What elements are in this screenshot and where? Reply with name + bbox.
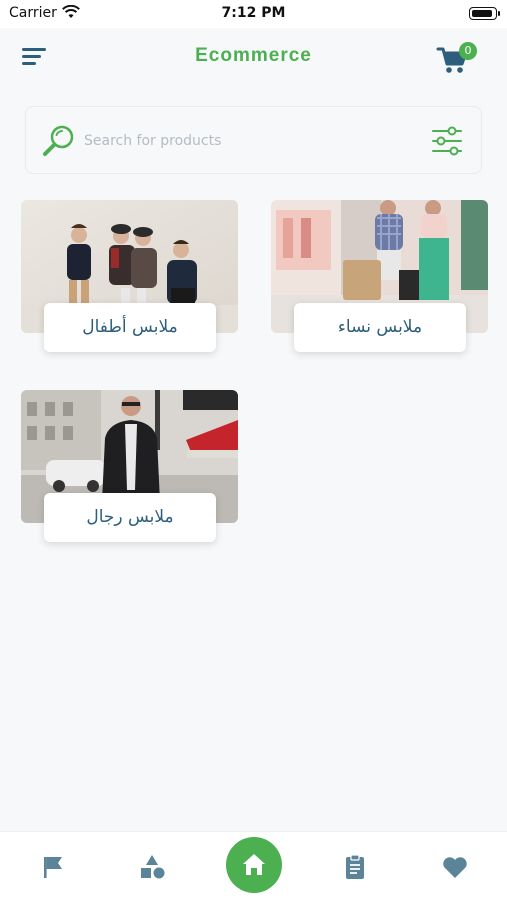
category-label: ملابس أطفال xyxy=(44,303,216,352)
category-card-kids[interactable]: ملابس أطفال xyxy=(21,200,238,352)
search-bar xyxy=(25,106,482,174)
home-icon xyxy=(243,854,265,875)
category-card-women[interactable]: ملابس نساء xyxy=(271,200,488,352)
magnifier-icon xyxy=(43,125,74,156)
filter-sliders-icon[interactable] xyxy=(430,125,464,157)
bottom-navigation xyxy=(0,831,507,900)
category-label: ملابس رجال xyxy=(44,493,216,542)
shapes-icon[interactable] xyxy=(138,852,168,882)
battery-icon xyxy=(469,7,500,20)
menu-icon xyxy=(22,48,46,51)
app-header: Ecommerce 0 xyxy=(0,28,507,90)
flag-icon[interactable] xyxy=(38,852,68,882)
home-button[interactable] xyxy=(226,837,282,893)
category-label: ملابس نساء xyxy=(294,303,466,352)
category-card-men[interactable]: ملابس رجال xyxy=(21,390,238,542)
app-title: Ecommerce xyxy=(195,45,312,66)
search-input[interactable] xyxy=(84,127,404,155)
clipboard-icon[interactable] xyxy=(340,852,370,882)
heart-icon[interactable] xyxy=(440,852,470,882)
menu-button[interactable] xyxy=(22,48,48,70)
status-bar: Carrier 7:12 PM xyxy=(0,0,507,28)
cart-count-badge: 0 xyxy=(459,42,477,60)
clock: 7:12 PM xyxy=(221,5,286,21)
